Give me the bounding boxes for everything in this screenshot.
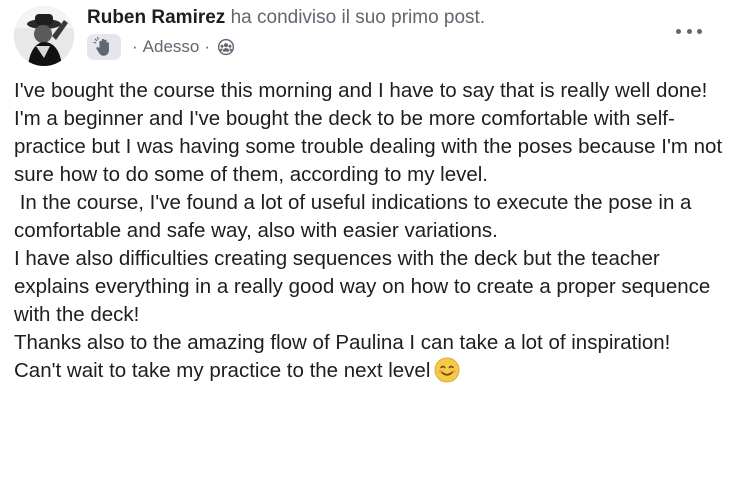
avatar-photo	[14, 6, 74, 66]
meta-separator: ·	[132, 37, 138, 56]
facebook-post: Ruben Ramirez ha condiviso il suo primo …	[0, 0, 736, 484]
more-options-dot	[697, 28, 702, 34]
post-action-text: ha condiviso il suo primo post.	[225, 7, 486, 28]
waving-hand-icon[interactable]	[87, 34, 121, 60]
more-options-dot	[686, 28, 692, 34]
group-privacy-icon[interactable]	[217, 38, 235, 56]
post-header: Ruben Ramirez ha condiviso il suo primo …	[87, 6, 485, 30]
post-paragraph: I have also difficulties creating sequen…	[14, 247, 716, 326]
more-options-icon[interactable]	[676, 26, 702, 36]
post-paragraph-last: Can't wait to take my practice to the ne…	[14, 357, 726, 391]
post-meta: · Adesso ·	[87, 34, 235, 60]
post-paragraph-text: Can't wait to take my practice to the ne…	[14, 359, 431, 382]
post-timestamp[interactable]: Adesso	[143, 37, 200, 57]
post-paragraph: I'm a beginner and I've bought the deck …	[14, 107, 728, 186]
post-paragraph: I've bought the course this morning and …	[14, 79, 708, 102]
smiling-face-emoji	[434, 357, 460, 391]
more-options-dot	[676, 28, 681, 34]
post-paragraph: In the course, I've found a lot of usefu…	[14, 191, 698, 242]
post-paragraph: Thanks also to the amazing flow of Pauli…	[14, 331, 671, 354]
post-body: I've bought the course this morning and …	[14, 77, 726, 391]
author-avatar[interactable]	[14, 6, 74, 66]
meta-separator: ·	[204, 37, 211, 56]
author-name[interactable]: Ruben Ramirez	[87, 7, 225, 28]
